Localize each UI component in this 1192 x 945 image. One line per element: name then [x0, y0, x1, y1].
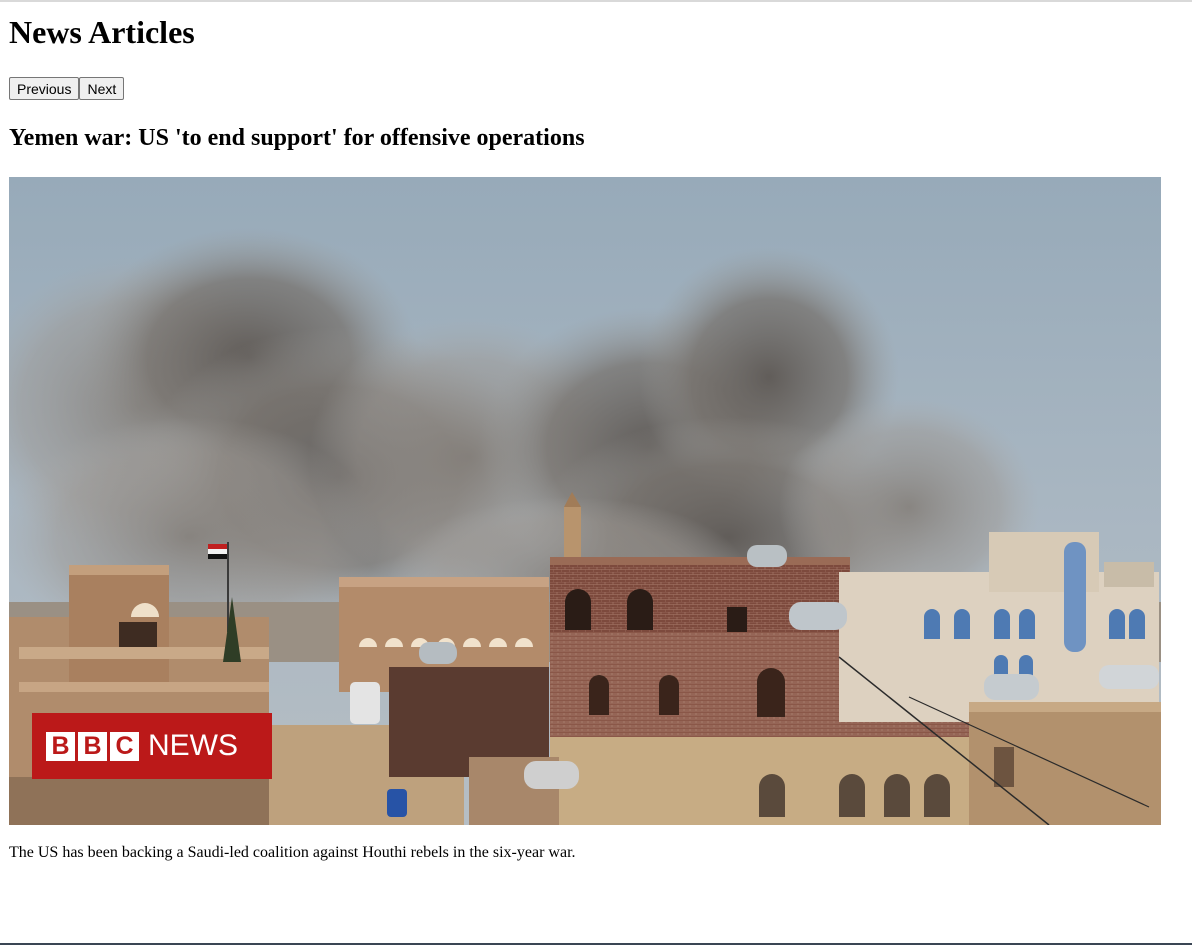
top-border: [0, 0, 1192, 2]
page-title: News Articles: [9, 14, 195, 50]
bbc-logo-letter: C: [110, 731, 139, 761]
article-image: B B C NEWS: [9, 177, 1161, 825]
bbc-logo-word: NEWS: [148, 729, 238, 762]
article-navigation: Previous Next: [9, 77, 125, 100]
next-button[interactable]: Next: [79, 77, 125, 100]
article-caption: The US has been backing a Saudi-led coal…: [9, 844, 576, 861]
bbc-news-logo: B B C NEWS: [32, 713, 272, 779]
previous-button[interactable]: Previous: [9, 77, 80, 100]
bbc-logo-letter: B: [78, 731, 107, 761]
article-headline: Yemen war: US 'to end support' for offen…: [9, 125, 585, 151]
bbc-logo-letter: B: [46, 731, 75, 761]
